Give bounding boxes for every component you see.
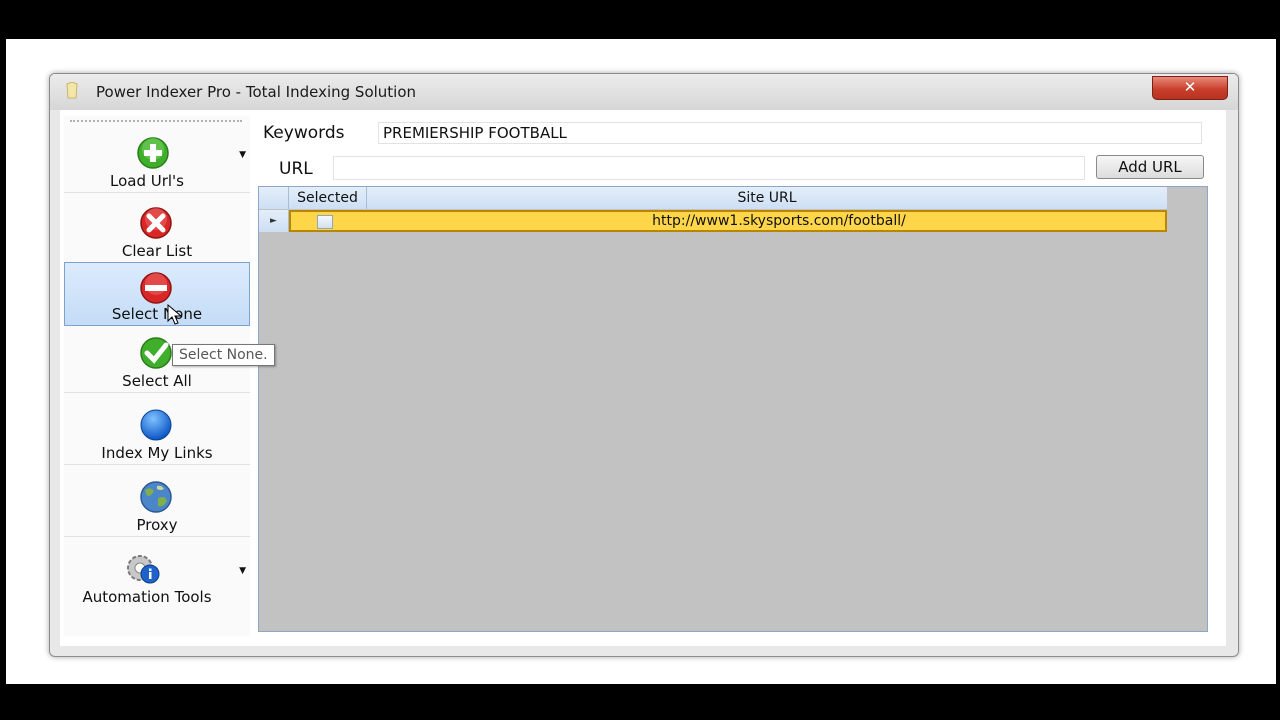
column-header-site-url[interactable]: Site URL xyxy=(367,187,1167,209)
table-row[interactable]: ► http://www1.skysports.com/football/ xyxy=(259,210,1167,232)
automation-tools-dropdown-arrow[interactable]: ▼ xyxy=(239,566,246,576)
load-urls-label: Load Url's xyxy=(109,172,184,190)
client-area: Load Url's ▼ Clear List Select None Sele… xyxy=(60,110,1226,646)
proxy-button[interactable]: Proxy xyxy=(64,472,250,537)
clear-icon xyxy=(140,207,172,239)
proxy-label: Proxy xyxy=(136,516,178,534)
clear-list-button[interactable]: Clear List xyxy=(64,198,250,263)
column-header-selected[interactable]: Selected xyxy=(289,187,367,209)
load-urls-button[interactable]: Load Url's ▼ xyxy=(64,128,250,193)
row-selected-checkbox[interactable] xyxy=(317,215,333,229)
toolbar-panel: Load Url's ▼ Clear List Select None Sele… xyxy=(64,116,250,636)
index-my-links-button[interactable]: Index My Links xyxy=(64,400,250,465)
toolbar-grip[interactable] xyxy=(70,120,242,122)
select-none-label: Select None xyxy=(111,305,203,323)
select-none-button[interactable]: Select None xyxy=(64,262,250,326)
title-bar: Power Indexer Pro - Total Indexing Solut… xyxy=(50,74,1238,110)
url-grid[interactable]: Selected Site URL ► http://www1.skysport… xyxy=(258,186,1208,632)
url-label: URL xyxy=(279,159,313,179)
clear-list-label: Clear List xyxy=(121,242,193,260)
row-header-arrow[interactable]: ► xyxy=(259,210,289,232)
load-urls-dropdown-arrow[interactable]: ▼ xyxy=(239,150,246,160)
earth-icon xyxy=(140,481,172,513)
automation-tools-label: Automation Tools xyxy=(82,588,212,606)
tooltip: Select None. xyxy=(172,344,275,366)
globe-icon xyxy=(140,409,172,441)
app-icon xyxy=(66,82,78,99)
add-icon xyxy=(137,137,169,169)
automation-tools-button[interactable]: Automation Tools ▼ xyxy=(64,544,250,608)
row-cells[interactable]: http://www1.skysports.com/football/ xyxy=(289,210,1167,232)
grid-corner[interactable] xyxy=(259,187,289,209)
mouse-cursor-icon xyxy=(167,304,183,325)
index-my-links-label: Index My Links xyxy=(101,444,213,462)
gear-info-icon xyxy=(127,555,160,584)
select-none-icon xyxy=(140,272,172,304)
window-title: Power Indexer Pro - Total Indexing Solut… xyxy=(96,83,417,101)
url-input[interactable] xyxy=(333,156,1085,180)
row-site-url: http://www1.skysports.com/football/ xyxy=(652,213,906,229)
close-button[interactable]: ✕ xyxy=(1152,76,1228,100)
add-url-button[interactable]: Add URL xyxy=(1096,155,1204,179)
check-icon xyxy=(140,337,172,369)
grid-header: Selected Site URL xyxy=(259,187,1167,209)
keywords-input[interactable] xyxy=(378,122,1202,144)
select-all-label: Select All xyxy=(122,372,192,390)
keywords-label: Keywords xyxy=(263,123,345,143)
